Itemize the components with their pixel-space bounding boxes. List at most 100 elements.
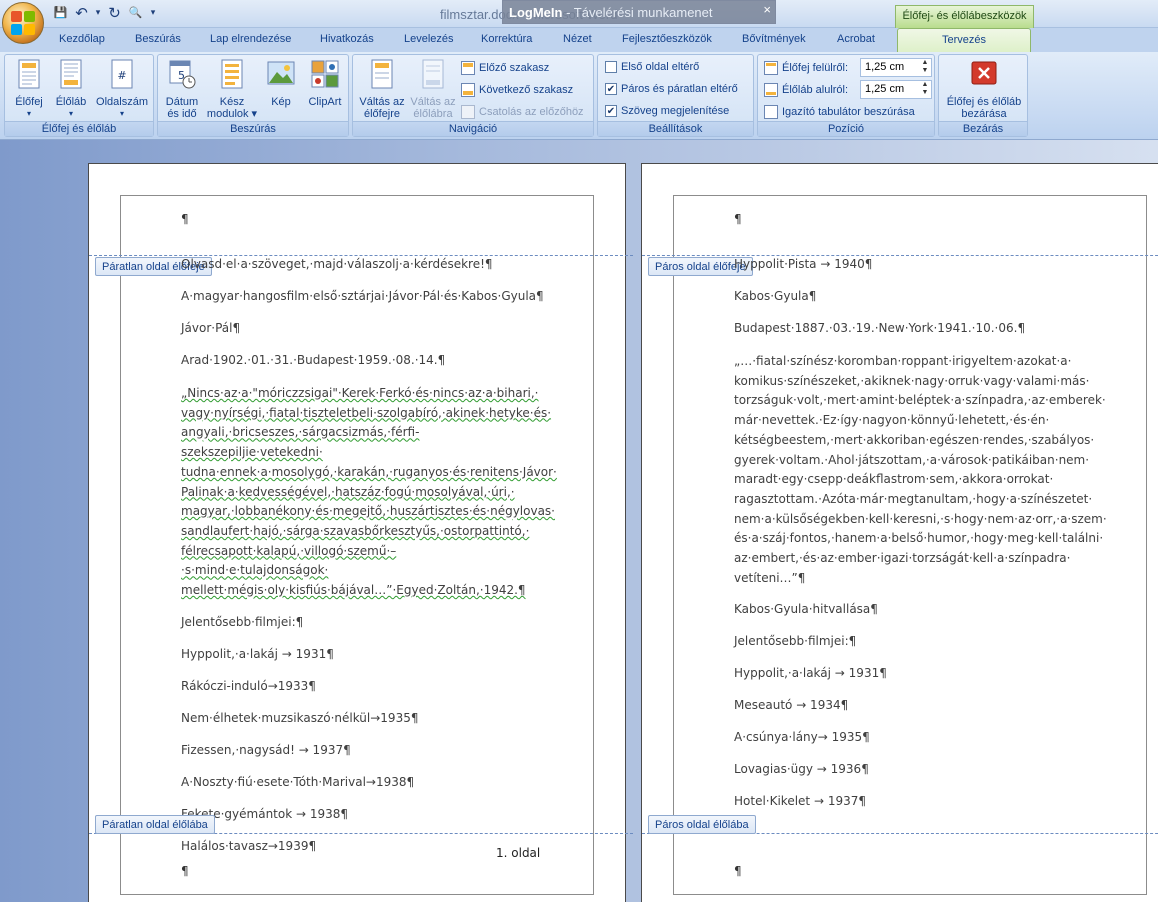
undo-icon[interactable]: ↶ xyxy=(73,4,90,22)
film-entry: A·csúnya·lány→ 1935¶ xyxy=(734,730,870,745)
footer-pilcrow[interactable]: ¶ xyxy=(181,864,189,878)
office-button[interactable] xyxy=(2,2,44,44)
tab-hivatkozas[interactable]: Hivatkozás xyxy=(320,33,374,45)
ribbon-tabs: Kezdőlap Beszúrás Lap elrendezése Hivatk… xyxy=(0,28,1158,53)
go-to-header-label-1: Váltás az xyxy=(359,96,405,108)
ribbon: Élőfej ▾ Élőláb ▾ # Oldalszám ▾ Élőfej é… xyxy=(0,52,1158,140)
paragraph: Jávor·Pál¶ xyxy=(181,321,241,335)
clipart-icon xyxy=(311,60,339,88)
close-icon[interactable]: × xyxy=(763,2,771,17)
next-section-icon xyxy=(461,83,475,97)
group-label: Bezárás xyxy=(939,121,1027,136)
chevron-down-icon: ▾ xyxy=(26,109,31,118)
film-entry: A·Noszty·fiú·esete·Tóth·Marival→1938¶ xyxy=(181,774,415,789)
page-number-label: Oldalszám xyxy=(96,96,148,108)
show-document-text-checkbox[interactable]: ✔ Szöveg megjelenítése xyxy=(605,105,729,117)
insert-alignment-tab-label: Igazító tabulátor beszúrása xyxy=(782,106,915,118)
quote-paragraph: „…·fiatal·színész·koromban·roppant·irigy… xyxy=(734,354,1107,585)
tab-acrobat[interactable]: Acrobat xyxy=(837,33,875,45)
close-header-footer-button[interactable]: Élőfej és élőláb bezárása xyxy=(941,58,1027,120)
group-label: Beállítások xyxy=(598,121,753,136)
tab-kezdolap[interactable]: Kezdőlap xyxy=(59,33,105,45)
insert-alignment-tab-button[interactable]: Igazító tabulátor beszúrása xyxy=(764,105,915,119)
paragraph: Budapest·1887.·03.·19.·New·York·1941.·10… xyxy=(734,321,1026,335)
paragraph: Arad·1902.·01.·31.·Budapest·1959.·08.·14… xyxy=(181,353,446,367)
group-label: Élőfej és élőláb xyxy=(5,121,153,136)
group-label: Navigáció xyxy=(353,121,593,136)
print-preview-icon[interactable]: 🔍 xyxy=(127,4,144,21)
paragraph: Olvasd·el·a·szöveget,·majd·válaszolj·a·k… xyxy=(181,257,493,271)
context-tab-header: Élőfej- és élőlábeszközök xyxy=(895,5,1034,28)
checkbox-checked-icon: ✔ xyxy=(605,105,617,117)
tab-levelezes[interactable]: Levelezés xyxy=(404,33,454,45)
date-time-label-2: és idő xyxy=(167,108,197,120)
spinner-arrows-icon[interactable]: ▲ ▼ xyxy=(920,81,930,97)
save-icon[interactable]: 💾 xyxy=(52,4,69,21)
next-section-button[interactable]: Következő szakasz xyxy=(461,83,573,97)
header-pilcrow[interactable]: ¶ xyxy=(734,212,742,226)
customize-qat-icon[interactable]: ▾ xyxy=(148,4,158,21)
picture-button[interactable]: Kép xyxy=(262,58,300,108)
tab-beszuras[interactable]: Beszúrás xyxy=(135,33,181,45)
header-from-top-input[interactable]: 1,25 cm ▲ ▼ xyxy=(860,58,932,77)
date-time-button[interactable]: 5 Dátum és idő xyxy=(161,58,203,120)
different-odd-even-checkbox[interactable]: ✔ Páros és páratlan eltérő xyxy=(605,83,738,95)
footer-button[interactable]: Élőláb ▾ xyxy=(51,58,91,120)
link-to-previous-label: Csatolás az előzőhöz xyxy=(479,106,584,118)
logmein-app-name: LogMeIn xyxy=(509,5,563,20)
go-to-footer-button[interactable]: Váltás az élőlábra xyxy=(408,58,458,120)
go-to-footer-icon xyxy=(422,59,444,89)
page-number-field[interactable]: 1. oldal xyxy=(496,846,540,860)
footer-from-bottom-label-row: Élőláb alulról: xyxy=(764,83,848,97)
date-time-label-1: Dátum xyxy=(165,96,199,108)
page-odd[interactable]: ¶ Páratlan oldal élőfeje Olvasd·el·a·szö… xyxy=(88,163,633,902)
next-section-label: Következő szakasz xyxy=(479,84,574,96)
tab-lap-elrendezese[interactable]: Lap elrendezése xyxy=(210,33,291,45)
different-odd-even-label: Páros és páratlan eltérő xyxy=(621,83,738,95)
group-header-footer: Élőfej ▾ Élőláb ▾ # Oldalszám ▾ Élőfej é… xyxy=(4,54,154,137)
different-first-page-checkbox[interactable]: Első oldal eltérő xyxy=(605,61,699,73)
group-position: Élőfej felülről: 1,25 cm ▲ ▼ Élőláb alulr… xyxy=(757,54,935,137)
page-even[interactable]: ¶ Páros oldal élőfeje Hyppolit·Pista → 1… xyxy=(641,163,1158,902)
tab-fejlesztoeszkozok[interactable]: Fejlesztőeszközök xyxy=(622,33,712,45)
even-page-body[interactable]: Hyppolit·Pista → 1940¶ Kabos·Gyula¶ Buda… xyxy=(734,256,1107,825)
header-button-label: Élőfej xyxy=(15,96,43,108)
previous-section-button[interactable]: Előző szakasz xyxy=(461,61,549,75)
footer-button-label: Élőláb xyxy=(55,96,87,108)
different-first-page-label: Első oldal eltérő xyxy=(621,61,700,73)
footer-icon xyxy=(60,59,82,89)
film-entry: Hyppolit,·a·lakáj → 1931¶ xyxy=(181,646,334,661)
tab-nezet[interactable]: Nézet xyxy=(563,33,592,45)
tab-korrektura[interactable]: Korrektúra xyxy=(481,33,532,45)
quote-paragraph: „Nincs·az·a·"móriczzsigai"·Kerek·Ferkó·é… xyxy=(181,386,557,598)
odd-page-body[interactable]: Olvasd·el·a·szöveget,·majd·válaszolj·a·k… xyxy=(181,256,557,870)
go-to-header-button[interactable]: Váltás az élőfejre xyxy=(356,58,408,120)
undo-dropdown-icon[interactable]: ▾ xyxy=(94,4,102,21)
document-area[interactable]: ¶ Páratlan oldal élőfeje Olvasd·el·a·szö… xyxy=(0,140,1158,902)
tab-bovitmenyek[interactable]: Bővítmények xyxy=(742,33,806,45)
footer-from-bottom-input[interactable]: 1,25 cm ▲ ▼ xyxy=(860,80,932,99)
film-entry: Nem·élhetek·muzsikaszó·nélkül→1935¶ xyxy=(181,710,419,725)
header-button[interactable]: Élőfej ▾ xyxy=(9,58,49,120)
picture-label: Kép xyxy=(271,96,291,108)
link-to-previous-button[interactable]: Csatolás az előzőhöz xyxy=(461,105,584,119)
calendar-clock-icon: 5 xyxy=(169,60,196,89)
clipart-button[interactable]: ClipArt xyxy=(303,58,347,108)
quick-parts-button[interactable]: Kész modulok ▾ xyxy=(205,58,259,120)
group-label: Pozíció xyxy=(758,121,934,136)
spinner-arrows-icon[interactable]: ▲ ▼ xyxy=(920,59,930,75)
go-to-footer-label-2: élőlábra xyxy=(413,108,453,120)
film-entry: Fizessen,·nagysád! → 1937¶ xyxy=(181,742,351,757)
film-entry: Rákóczi-induló→1933¶ xyxy=(181,678,316,693)
film-entry: Fekete·gyémántok → 1938¶ xyxy=(181,806,349,821)
tab-tervezes[interactable]: Tervezés xyxy=(897,28,1031,53)
footer-pilcrow[interactable]: ¶ xyxy=(734,864,742,878)
title-bar: 💾 ↶ ▾ ↻ 🔍 ▾ filmsztar.docx - Microsoft W… xyxy=(0,0,1158,28)
logmein-overlay: LogMeIn - Távelérési munkamenet × xyxy=(502,0,776,24)
header-from-top-label: Élőfej felülről: xyxy=(782,62,849,74)
header-pilcrow[interactable]: ¶ xyxy=(181,212,189,226)
header-from-top-value: 1,25 cm xyxy=(865,61,905,73)
svg-text:#: # xyxy=(117,69,126,82)
page-number-button[interactable]: # Oldalszám ▾ xyxy=(93,58,151,120)
redo-icon[interactable]: ↻ xyxy=(106,4,123,22)
